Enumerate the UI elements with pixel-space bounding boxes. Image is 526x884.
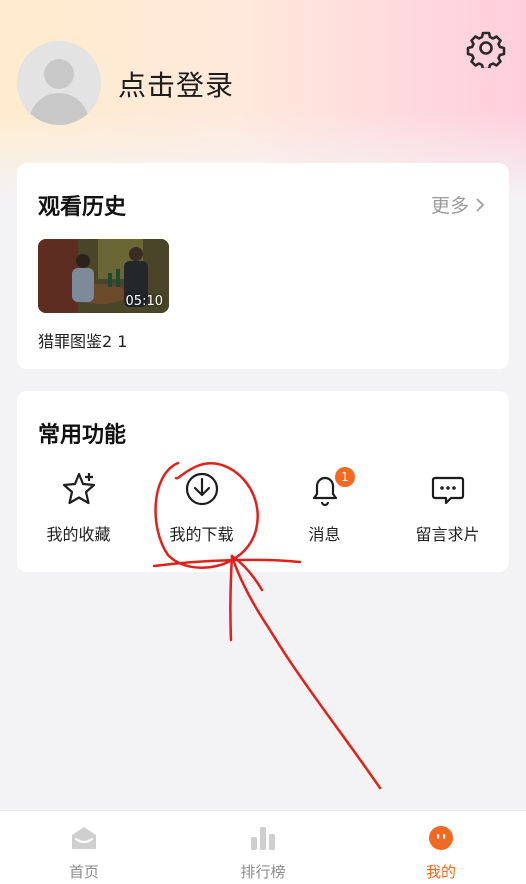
avatar-body-shape <box>29 93 89 125</box>
more-label: 更多 <box>430 195 469 217</box>
favorites-label: 我的收藏 <box>46 525 111 544</box>
video-duration: 05:10 <box>125 294 163 309</box>
tab-mine-label: 我的 <box>425 863 456 881</box>
video-thumbnail[interactable]: 05:10 <box>38 239 169 313</box>
common-functions-card: 常用功能 我的收藏 我的下载 1 消息 留言求片 <box>17 391 509 572</box>
star-icon <box>62 472 95 505</box>
bottom-tab-bar: 首页 排行榜 我的 <box>0 810 526 884</box>
gear-icon[interactable] <box>466 28 506 68</box>
avatar[interactable] <box>17 41 101 125</box>
request-movie-label: 留言求片 <box>415 525 480 544</box>
favorites-button[interactable]: 我的收藏 <box>17 469 140 545</box>
video-title[interactable]: 猎罪图鉴2 1 <box>38 328 127 352</box>
function-row: 我的收藏 我的下载 1 消息 留言求片 <box>17 467 509 549</box>
message-icon <box>431 476 464 505</box>
chevron-right-icon <box>476 197 485 212</box>
ranking-icon <box>251 827 275 850</box>
tab-home[interactable]: 首页 <box>19 825 149 882</box>
login-link[interactable]: 点击登录 <box>118 64 234 104</box>
common-functions-title: 常用功能 <box>38 423 127 448</box>
more-link[interactable]: 更多 <box>431 191 485 218</box>
message-count-badge: 1 <box>335 467 355 487</box>
tab-ranking-label: 排行榜 <box>240 863 286 881</box>
tab-home-label: 首页 <box>68 863 99 881</box>
tab-ranking[interactable]: 排行榜 <box>198 825 328 882</box>
messages-label: 消息 <box>308 525 341 544</box>
profile-face-icon <box>429 826 453 850</box>
messages-button[interactable]: 1 消息 <box>263 467 386 545</box>
watch-history-title: 观看历史 <box>38 195 127 220</box>
downloads-label: 我的下载 <box>169 525 234 544</box>
watch-history-card: 观看历史 更多 05:10 猎罪图鉴2 1 <box>17 163 509 369</box>
annotation-arrow-shaft <box>230 554 382 790</box>
avatar-head-shape <box>44 59 74 89</box>
download-icon <box>185 472 218 506</box>
downloads-button[interactable]: 我的下载 <box>140 469 263 545</box>
home-icon <box>72 827 96 849</box>
request-movie-button[interactable]: 留言求片 <box>386 469 509 545</box>
tab-mine[interactable]: 我的 <box>376 825 506 882</box>
